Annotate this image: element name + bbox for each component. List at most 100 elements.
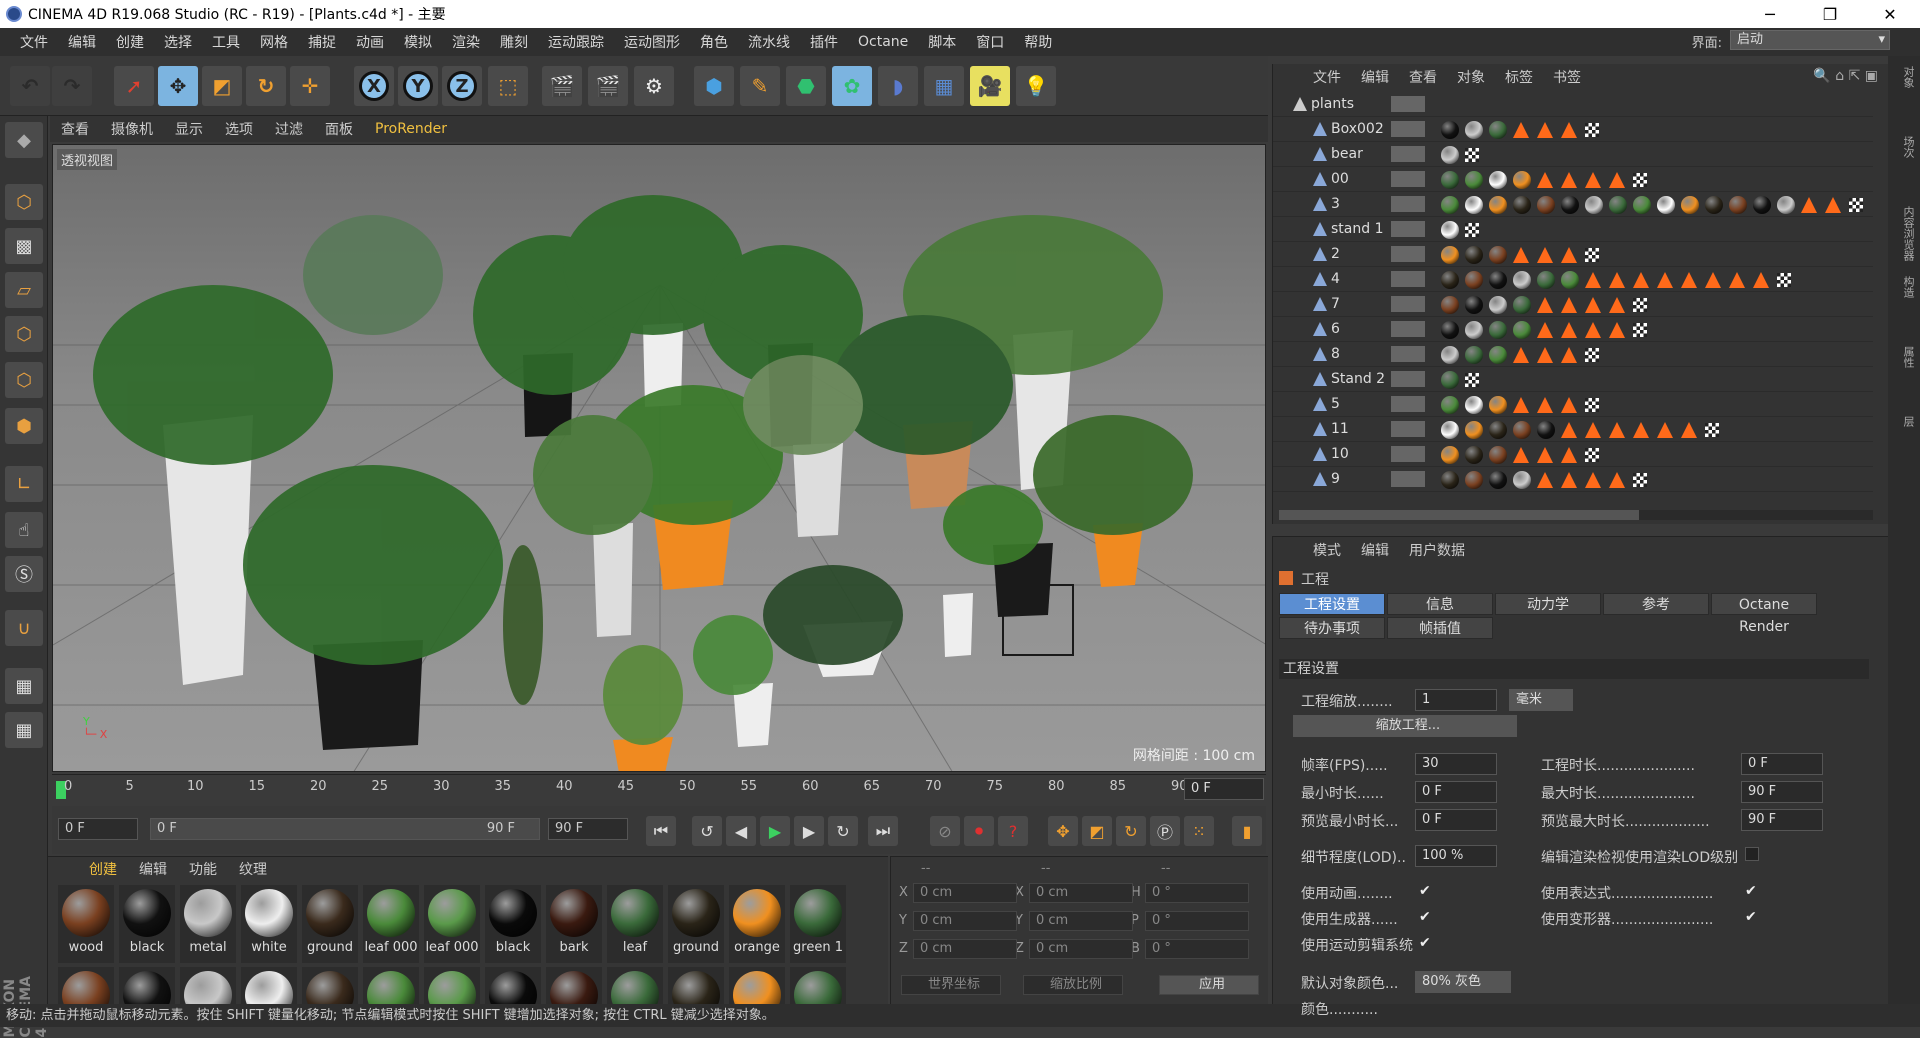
texture-tag-icon[interactable] — [1609, 297, 1625, 313]
checker-tag-icon[interactable] — [1849, 198, 1863, 212]
material-swatch[interactable]: leaf 000 — [424, 885, 480, 963]
deformer-icon[interactable]: ◗ — [878, 66, 918, 106]
checker-tag-icon[interactable] — [1705, 423, 1719, 437]
coord-field[interactable]: 0 cm — [913, 911, 1017, 931]
preview-min-field[interactable]: 0 F — [1415, 809, 1497, 831]
render-picture-viewer-icon[interactable]: 🎬 — [588, 66, 628, 106]
material-menu-item[interactable]: 纹理 — [228, 859, 278, 879]
texture-tag-icon[interactable] — [1513, 122, 1529, 138]
visibility-toggle-icon[interactable] — [1391, 171, 1425, 187]
material-swatch[interactable]: black — [119, 885, 175, 963]
play-icon[interactable]: ▶ — [760, 816, 790, 846]
frame-range-slider[interactable]: 0 F 90 F — [150, 818, 540, 840]
viewport-menu-item[interactable]: 过滤 — [264, 119, 314, 139]
coord-field[interactable]: 0 cm — [1029, 911, 1133, 931]
texture-tag-icon[interactable] — [1513, 347, 1529, 363]
scale-field[interactable]: 1 — [1415, 689, 1497, 711]
visibility-toggle-icon[interactable] — [1391, 121, 1425, 137]
use-expression-checkbox[interactable]: ✔ — [1745, 883, 1759, 899]
texture-tag-icon[interactable] — [1537, 347, 1553, 363]
solo-mode-icon[interactable]: Ⓢ — [5, 556, 43, 592]
checker-tag-icon[interactable] — [1633, 323, 1647, 337]
material-tag-icon[interactable] — [1489, 471, 1507, 489]
material-tag-icon[interactable] — [1465, 346, 1483, 364]
material-swatch-row2[interactable] — [302, 967, 358, 1005]
right-strip-tab[interactable]: 属性 — [1892, 346, 1916, 368]
material-tag-icon[interactable] — [1465, 171, 1483, 189]
material-tag-icon[interactable] — [1465, 396, 1483, 414]
object-row[interactable]: 9 — [1273, 467, 1873, 492]
texture-tag-icon[interactable] — [1561, 472, 1577, 488]
position-key-icon[interactable]: ✥ — [1048, 816, 1078, 846]
workplane-lock-icon[interactable]: ▦ — [5, 668, 43, 704]
next-key-icon[interactable]: ↻ — [828, 816, 858, 846]
material-swatch-row2[interactable] — [546, 967, 602, 1005]
recent-tool-icon[interactable]: ✛ — [290, 66, 330, 106]
material-tag-icon[interactable] — [1441, 371, 1459, 389]
attribute-tab[interactable]: 帧插值 — [1387, 617, 1493, 639]
edge-mode-icon[interactable]: ⬡ — [5, 362, 43, 398]
use-deformers-checkbox[interactable]: ✔ — [1745, 909, 1759, 925]
attribute-tab[interactable]: 动力学 — [1495, 593, 1601, 615]
material-tag-icon[interactable] — [1513, 171, 1531, 189]
menu-item[interactable]: 雕刻 — [490, 32, 538, 52]
timeline-current-frame[interactable]: 0 F — [1184, 778, 1264, 800]
timeline-ruler[interactable]: 0 5 10 15 20 25 30 35 40 45 50 55 60 65 70 75 80 85 90 — [52, 774, 1266, 804]
texture-tag-icon[interactable] — [1561, 297, 1577, 313]
texture-tag-icon[interactable] — [1681, 422, 1697, 438]
previous-key-icon[interactable]: ↺ — [692, 816, 722, 846]
checker-tag-icon[interactable] — [1633, 173, 1647, 187]
viewport-menu-item[interactable]: 面板 — [314, 119, 364, 139]
material-tag-icon[interactable] — [1489, 321, 1507, 339]
texture-tag-icon[interactable] — [1801, 197, 1817, 213]
rotate-tool-icon[interactable]: ↻ — [246, 66, 286, 106]
restore-icon[interactable]: ❐ — [1800, 5, 1860, 24]
scale-project-button[interactable]: 缩放工程... — [1293, 715, 1517, 737]
texture-tag-icon[interactable] — [1561, 122, 1577, 138]
object-menu-item[interactable]: 标签 — [1495, 67, 1543, 87]
material-tag-icon[interactable] — [1489, 196, 1507, 214]
max-time-field[interactable]: 90 F — [1741, 781, 1823, 803]
next-frame-icon[interactable]: ▶ — [794, 816, 824, 846]
render-settings-icon[interactable]: ⚙ — [634, 66, 674, 106]
perspective-viewport[interactable]: 透视视图 网格间距 : 100 cm Y └─ X — [52, 144, 1266, 772]
material-menu-item[interactable]: 创建 — [78, 859, 128, 879]
material-tag-icon[interactable] — [1537, 196, 1555, 214]
object-row[interactable]: 7 — [1273, 292, 1873, 317]
checker-tag-icon[interactable] — [1585, 398, 1599, 412]
visibility-toggle-icon[interactable] — [1391, 396, 1425, 412]
record-keys-icon[interactable]: ⊘ — [930, 816, 960, 846]
material-tag-icon[interactable] — [1441, 196, 1459, 214]
object-row[interactable]: plants — [1273, 92, 1873, 117]
fps-field[interactable]: 30 — [1415, 753, 1497, 775]
right-strip-tab[interactable]: 内容浏览器 — [1892, 206, 1916, 261]
texture-tag-icon[interactable] — [1513, 397, 1529, 413]
visibility-toggle-icon[interactable] — [1391, 96, 1425, 112]
material-tag-icon[interactable] — [1441, 121, 1459, 139]
right-strip-tab[interactable]: 对象 — [1892, 66, 1916, 88]
preview-max-field[interactable]: 90 F — [1741, 809, 1823, 831]
object-row[interactable]: 5 — [1273, 392, 1873, 417]
material-tag-icon[interactable] — [1441, 246, 1459, 264]
material-tag-icon[interactable] — [1441, 446, 1459, 464]
texture-tag-icon[interactable] — [1657, 272, 1673, 288]
render-view-icon[interactable]: 🎬 — [542, 66, 582, 106]
start-frame-field[interactable]: 0 F — [58, 818, 138, 840]
light-icon[interactable]: 💡 — [1016, 66, 1056, 106]
object-row[interactable]: 8 — [1273, 342, 1873, 367]
object-row[interactable]: Stand 2 — [1273, 367, 1873, 392]
rotation-key-icon[interactable]: ↻ — [1116, 816, 1146, 846]
material-tag-icon[interactable] — [1561, 271, 1579, 289]
material-tag-icon[interactable] — [1441, 146, 1459, 164]
material-swatch-row2[interactable] — [180, 967, 236, 1005]
material-tag-icon[interactable] — [1489, 421, 1507, 439]
checker-tag-icon[interactable] — [1633, 473, 1647, 487]
visibility-toggle-icon[interactable] — [1391, 271, 1425, 287]
coord-field[interactable]: 0 ° — [1145, 883, 1249, 903]
layout-select[interactable]: 启动 ▾ — [1730, 30, 1890, 50]
z-axis-lock-icon[interactable]: Z — [442, 66, 482, 106]
visibility-toggle-icon[interactable] — [1391, 146, 1425, 162]
material-tag-icon[interactable] — [1441, 296, 1459, 314]
unit-select[interactable]: 毫米 — [1509, 689, 1573, 711]
auto-key-icon[interactable]: ⏺ — [964, 816, 994, 846]
